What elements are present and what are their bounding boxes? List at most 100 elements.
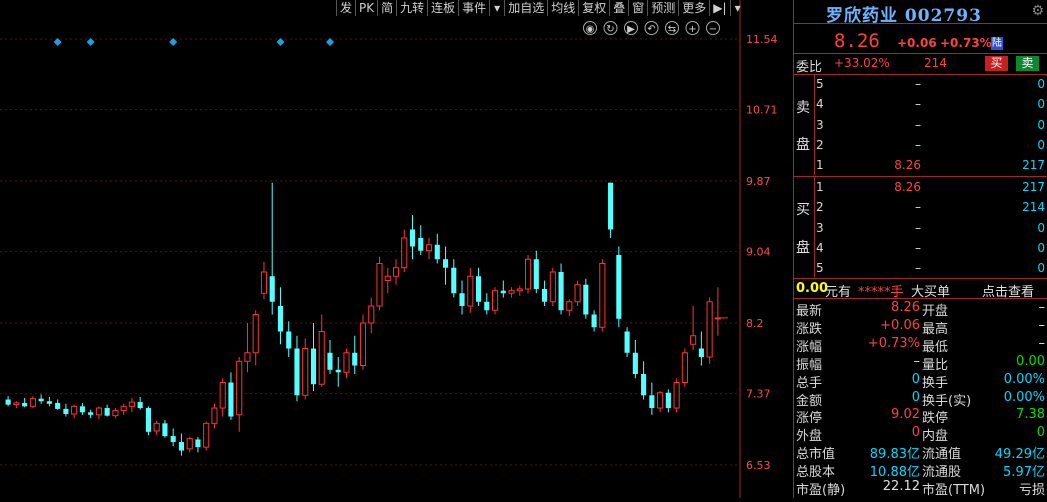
order-level[interactable]: 1 8.26 217 (794, 158, 1047, 175)
candle-body[interactable] (112, 410, 119, 417)
candle-body[interactable] (442, 259, 449, 268)
candle-body[interactable] (95, 407, 102, 416)
candle-body[interactable] (327, 352, 333, 370)
candle-body[interactable] (46, 401, 52, 404)
candle-body[interactable] (376, 262, 383, 307)
candle-body[interactable] (698, 348, 704, 358)
candle-body[interactable] (583, 284, 589, 315)
kline-chart[interactable]: 11.54 10.71 9.87 9.04 8.2 7.37 6.53 ◉ ↻ ▶ ↶ ⇆ + − (0, 0, 793, 498)
candle-body[interactable] (335, 369, 341, 373)
toolbar-item-2[interactable]: 简 (377, 0, 396, 16)
candle-body[interactable] (484, 301, 490, 311)
candle-body[interactable] (277, 305, 284, 332)
candle-body[interactable] (359, 322, 367, 367)
candle-body[interactable] (211, 407, 218, 424)
candle-body[interactable] (186, 438, 193, 450)
candle-body[interactable] (599, 262, 606, 328)
candle-body[interactable] (343, 352, 350, 373)
candle-body[interactable] (624, 331, 630, 353)
order-level[interactable]: 2 – 0 (794, 138, 1047, 155)
buy-button[interactable]: 买 (985, 56, 1008, 71)
order-level[interactable]: 3 – 0 (794, 118, 1047, 135)
candle-body[interactable] (549, 271, 556, 303)
candle-body[interactable] (302, 348, 309, 396)
candle-body[interactable] (286, 331, 292, 349)
candle-body[interactable] (434, 244, 440, 260)
candle-body[interactable] (29, 398, 36, 407)
candle-body[interactable] (418, 237, 424, 251)
candle-body[interactable] (269, 276, 275, 302)
candle-body[interactable] (352, 352, 358, 366)
candle-body[interactable] (195, 439, 201, 448)
candle-body[interactable] (55, 402, 61, 409)
candle-body[interactable] (71, 405, 78, 415)
candle-body[interactable] (673, 382, 680, 409)
candle-body[interactable] (145, 408, 151, 432)
event-marker[interactable] (86, 38, 95, 46)
order-level[interactable]: 4 – 0 (794, 97, 1047, 114)
toolbar-item-12[interactable]: 预测 (647, 0, 678, 16)
candle-body[interactable] (252, 313, 259, 354)
candle-body[interactable] (558, 271, 564, 311)
candle-body[interactable] (260, 271, 268, 294)
candle-body[interactable] (384, 275, 391, 281)
order-level[interactable]: 1 8.26 217 (794, 180, 1047, 197)
candle-body[interactable] (467, 275, 474, 307)
candle-body[interactable] (392, 267, 400, 277)
candle-body[interactable] (616, 254, 622, 319)
candle-body[interactable] (516, 288, 523, 292)
candle-body[interactable] (63, 408, 69, 414)
order-level[interactable]: 5 – 0 (794, 77, 1047, 94)
candle-body[interactable] (500, 290, 506, 294)
candle-body[interactable] (542, 288, 548, 302)
candle-body[interactable] (533, 259, 539, 289)
candle-body[interactable] (475, 276, 482, 302)
candle-body[interactable] (459, 293, 465, 306)
candle-body[interactable] (104, 408, 110, 416)
candle-body[interactable] (409, 229, 416, 247)
toolbar-item-4[interactable]: 连板 (427, 0, 458, 16)
toolbar-item-6[interactable]: ▾ (489, 0, 504, 16)
toolbar-item-13[interactable]: 更多 (678, 0, 709, 16)
candle-body[interactable] (5, 399, 11, 405)
order-level[interactable]: 3 – 0 (794, 221, 1047, 238)
candle-body[interactable] (128, 401, 135, 407)
toolbar-item-10[interactable]: 叠 (609, 0, 628, 16)
toolbar-item-15[interactable]: ▾ (729, 0, 745, 16)
candle-body[interactable] (649, 395, 655, 409)
candle-body[interactable] (425, 244, 433, 252)
order-level[interactable]: 5 – 0 (794, 261, 1047, 278)
candle-body[interactable] (228, 382, 234, 417)
candle-body[interactable] (608, 182, 614, 230)
event-marker[interactable] (325, 38, 334, 46)
candle-body[interactable] (294, 348, 300, 396)
toolbar-item-7[interactable]: 加自选 (504, 0, 547, 16)
candle-body[interactable] (690, 335, 697, 345)
candle-body[interactable] (508, 290, 515, 294)
event-marker[interactable] (276, 38, 285, 46)
candle-body[interactable] (491, 290, 499, 311)
candle-body[interactable] (591, 314, 597, 328)
candle-body[interactable] (244, 352, 251, 362)
candle-body[interactable] (22, 402, 28, 407)
candle-body[interactable] (310, 348, 317, 385)
candle-body[interactable] (13, 402, 20, 406)
toolbar-item-8[interactable]: 均线 (547, 0, 578, 16)
sell-button[interactable]: 卖 (1016, 56, 1039, 71)
order-level[interactable]: 2 – 214 (794, 200, 1047, 217)
toolbar-item-1[interactable]: PK (355, 0, 377, 16)
candle-body[interactable] (318, 331, 325, 385)
toolbar-item-9[interactable]: 复权 (578, 0, 609, 16)
candle-body[interactable] (524, 258, 532, 290)
candle-body[interactable] (219, 382, 226, 409)
candle-body[interactable] (120, 405, 127, 412)
candle-body[interactable] (38, 398, 44, 402)
candle-body[interactable] (203, 422, 210, 448)
candle-body[interactable] (162, 423, 168, 437)
candle-body[interactable] (641, 374, 647, 396)
candle-body[interactable] (401, 237, 408, 269)
candle-body[interactable] (706, 301, 713, 358)
candle-body[interactable] (79, 406, 85, 413)
candle-body[interactable] (88, 412, 94, 415)
toolbar-item-5[interactable]: 事件 (458, 0, 489, 16)
